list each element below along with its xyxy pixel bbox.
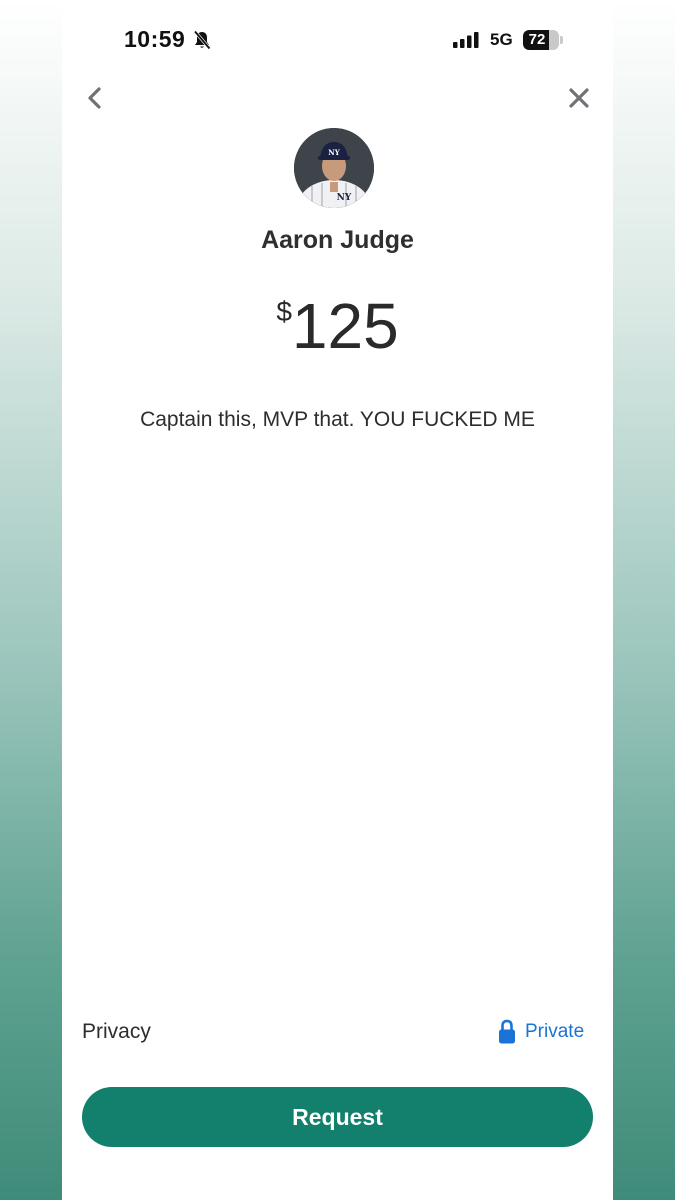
chevron-left-icon[interactable] [80, 84, 110, 114]
battery-icon: 72 [523, 30, 563, 50]
privacy-label: Privacy [82, 1020, 151, 1043]
network-label: 5G [490, 30, 513, 49]
battery-cap [560, 36, 563, 44]
phone-screen: 10:59 5G 72 NY NY Aaron Judge $125 Capta… [62, 0, 613, 1200]
recipient-name: Aaron Judge [261, 226, 414, 254]
currency-symbol: $ [276, 296, 292, 327]
privacy-setting[interactable]: Private [498, 1018, 584, 1046]
avatar: NY NY [294, 128, 374, 208]
signal-bars-icon [453, 32, 479, 48]
lock-icon [499, 1019, 515, 1044]
privacy-value[interactable]: Private [525, 1021, 584, 1043]
svg-text:NY: NY [328, 148, 340, 157]
payment-note: Captain this, MVP that. YOU FUCKED ME [140, 408, 535, 431]
close-icon[interactable] [564, 84, 594, 114]
request-button[interactable]: Request [82, 1087, 593, 1147]
payment-amount: $125 [62, 288, 613, 364]
avatar-photo: NY NY [294, 128, 374, 208]
amount-value: 125 [291, 290, 399, 362]
svg-text:NY: NY [337, 193, 352, 203]
battery-level: 72 [528, 31, 546, 48]
bell-slash-icon [193, 30, 211, 50]
status-time: 10:59 [124, 26, 186, 52]
battery-body: 72 [523, 30, 559, 50]
